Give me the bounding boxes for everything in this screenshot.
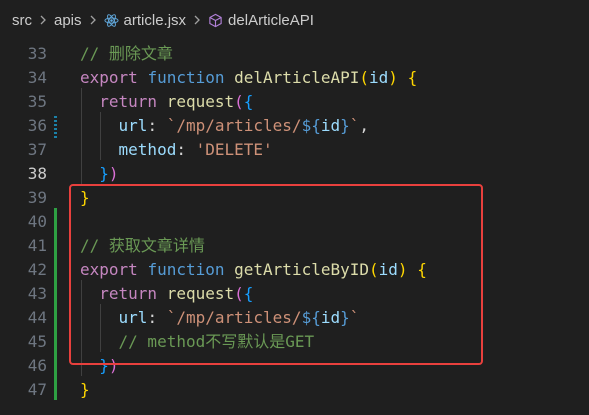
code-line[interactable]: 34 export function delArticleAPI(id) { bbox=[0, 66, 589, 90]
code-token: ${ bbox=[301, 116, 321, 135]
line-number: 44 bbox=[27, 308, 47, 327]
chevron-right-icon bbox=[192, 15, 202, 25]
code-token: ( bbox=[234, 92, 244, 111]
line-number: 34 bbox=[27, 68, 47, 87]
line-number: 36 bbox=[27, 116, 47, 135]
code-token: request bbox=[166, 92, 235, 111]
code-token: ( bbox=[359, 68, 370, 87]
line-number: 41 bbox=[27, 236, 47, 255]
chevron-right-icon bbox=[38, 15, 48, 25]
breadcrumb-item-file[interactable]: article.jsx bbox=[104, 11, 187, 29]
code-token: } bbox=[99, 164, 109, 183]
code-line[interactable]: 35 return request({ bbox=[0, 90, 589, 114]
breadcrumb-item-symbol[interactable]: delArticleAPI bbox=[208, 12, 314, 29]
code-token: id bbox=[369, 68, 389, 87]
code-token: id bbox=[320, 116, 341, 135]
react-icon bbox=[104, 13, 119, 28]
code-token: `/mp/articles/ bbox=[166, 116, 302, 135]
code-token: export bbox=[80, 68, 138, 87]
breadcrumb-label: apis bbox=[54, 11, 82, 29]
code-token: : bbox=[147, 116, 167, 135]
code-token: , bbox=[359, 116, 370, 135]
code-token: ) bbox=[388, 68, 398, 87]
code-line[interactable]: 37 method: 'DELETE' bbox=[0, 138, 589, 162]
breadcrumb-label: src bbox=[12, 11, 32, 29]
code-token: : bbox=[176, 140, 196, 159]
code-token: } bbox=[80, 380, 90, 399]
code-line[interactable]: 36 url: `/mp/articles/${id}`, bbox=[0, 114, 589, 138]
line-number: 43 bbox=[27, 284, 47, 303]
code-token: 'DELETE' bbox=[195, 140, 273, 159]
code-line[interactable]: 47} bbox=[0, 378, 589, 402]
code-text: // 删除文章 bbox=[80, 42, 173, 66]
code-token: { bbox=[407, 68, 418, 87]
line-number: 38 bbox=[27, 164, 47, 183]
code-text: }) bbox=[80, 162, 119, 186]
line-number: 42 bbox=[27, 260, 47, 279]
line-number: 39 bbox=[27, 188, 47, 207]
code-token: ` bbox=[349, 116, 360, 135]
breadcrumb-label: delArticleAPI bbox=[228, 11, 314, 29]
breadcrumb-label: article.jsx bbox=[123, 11, 187, 29]
code-line[interactable]: 33 // 删除文章 bbox=[0, 42, 589, 66]
breadcrumb-item-src[interactable]: src bbox=[12, 12, 32, 29]
breadcrumb: src apis article.jsx delArticleAPI bbox=[0, 0, 589, 40]
code-token: ) bbox=[108, 164, 119, 183]
line-number: 47 bbox=[27, 380, 47, 399]
line-number: 45 bbox=[27, 332, 47, 351]
breadcrumb-item-apis[interactable]: apis bbox=[54, 12, 82, 29]
chevron-right-icon bbox=[88, 15, 98, 25]
code-text: url: `/mp/articles/${id}`, bbox=[80, 114, 369, 138]
code-token: url bbox=[118, 116, 148, 135]
code-token: // 删除文章 bbox=[80, 44, 173, 63]
method-cube-icon bbox=[208, 13, 223, 28]
line-number: 46 bbox=[27, 356, 47, 375]
code-text: return request({ bbox=[80, 90, 253, 114]
code-token: { bbox=[243, 92, 254, 111]
code-token: function bbox=[147, 68, 225, 87]
code-text: } bbox=[80, 378, 90, 402]
code-text: export function delArticleAPI(id) { bbox=[80, 66, 417, 90]
code-token: method bbox=[118, 140, 177, 159]
code-text: method: 'DELETE' bbox=[80, 138, 273, 162]
code-line[interactable]: 38 }) bbox=[0, 162, 589, 186]
code-token: } bbox=[340, 116, 350, 135]
line-number: 40 bbox=[27, 212, 47, 231]
line-number: 35 bbox=[27, 92, 47, 111]
line-number: 33 bbox=[27, 44, 47, 63]
highlight-annotation-box bbox=[69, 184, 483, 365]
code-token: delArticleAPI bbox=[234, 68, 360, 87]
code-token: return bbox=[99, 92, 158, 111]
line-number: 37 bbox=[27, 140, 47, 159]
